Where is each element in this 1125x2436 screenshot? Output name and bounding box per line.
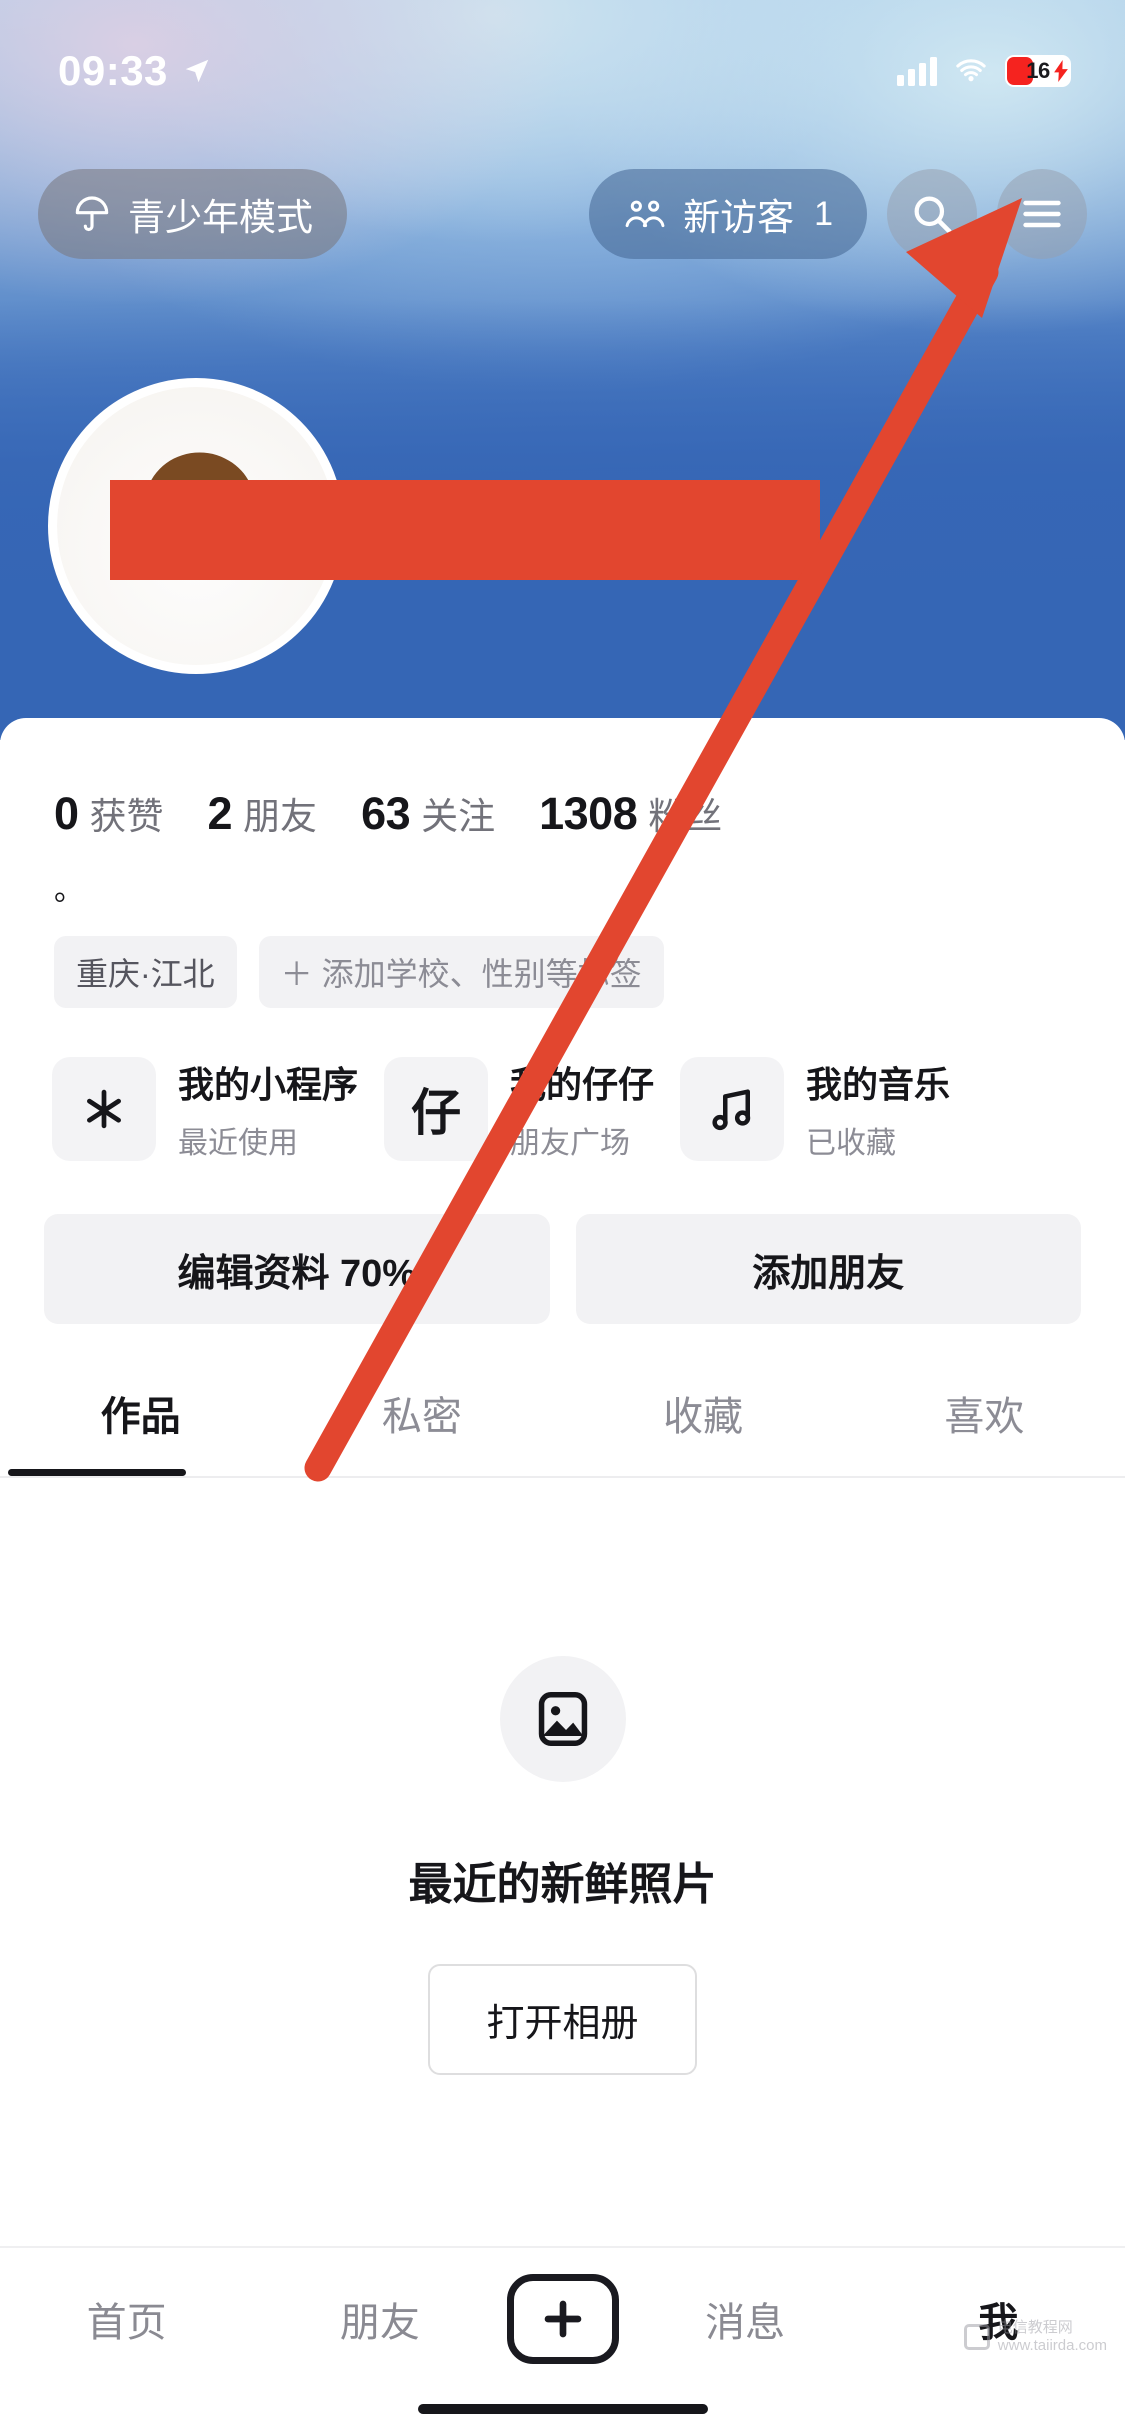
profile-bio[interactable]: 。 [0, 840, 1125, 906]
search-icon [914, 196, 952, 234]
add-friend-button[interactable]: 添加朋友 [575, 1214, 1081, 1324]
battery-indicator: 16 [1005, 55, 1071, 87]
content-tabs: 作品 私密 收藏 喜欢 [0, 1324, 1125, 1476]
friends-icon [625, 200, 665, 228]
zaizai-icon: 仔 [384, 1057, 489, 1161]
open-album-button[interactable]: 打开相册 [428, 1964, 697, 2075]
hamburger-menu-icon [1023, 200, 1061, 228]
wifi-icon [956, 59, 986, 82]
nav-item-home[interactable]: 首页 [0, 2290, 253, 2348]
watermark-line1: 电信教程网 [997, 2318, 1073, 2336]
stat-value: 2 [207, 788, 233, 839]
status-bar-right: 16 [897, 55, 1071, 87]
umbrella-icon [75, 196, 109, 231]
stat-friends[interactable]: 2 朋友 [208, 786, 318, 840]
status-bar-clock: 09:33 [58, 47, 168, 94]
cellular-signal-icon [897, 56, 937, 86]
card-text: 我的仔仔 朋友广场 [510, 1056, 654, 1162]
teen-mode-button[interactable]: 青少年模式 [38, 169, 347, 259]
card-title: 我的小程序 [178, 1064, 359, 1105]
card-title: 我的仔仔 [510, 1064, 655, 1105]
music-note-glyph [712, 1089, 751, 1131]
profile-content-sheet: 0 获赞 2 朋友 63 关注 1308 粉丝 。 重庆·江北 ＋ 添加学校、性… [0, 718, 1125, 2436]
tab-likes[interactable]: 喜欢 [844, 1384, 1125, 1476]
card-text: 我的音乐 已收藏 [806, 1056, 950, 1162]
profile-tags-row: 重庆·江北 ＋ 添加学校、性别等标签 [0, 906, 1125, 1008]
status-bar: 09:33 16 [0, 0, 1125, 112]
tab-favorites[interactable]: 收藏 [563, 1384, 844, 1476]
card-zaizai[interactable]: 仔 我的仔仔 朋友广场 [384, 1056, 654, 1162]
phone-screen: 09:33 16 青少年模式 新访客 1 0 获赞 2 朋友 63 关注 130… [0, 0, 1125, 2436]
watermark-text: 电信教程网 www.taiirda.com [998, 2319, 1107, 2357]
redacted-username-bar [110, 480, 820, 580]
card-subtitle: 最近使用 [178, 1127, 298, 1160]
tab-private[interactable]: 私密 [281, 1384, 562, 1476]
stat-likes[interactable]: 0 获赞 [54, 786, 164, 840]
watermark: 电信教程网 www.taiirda.com [963, 2319, 1107, 2357]
mini-program-glyph [87, 1089, 121, 1129]
stat-value: 1308 [539, 788, 638, 839]
card-text: 我的小程序 最近使用 [178, 1056, 358, 1162]
tag-add-info[interactable]: ＋ 添加学校、性别等标签 [258, 936, 664, 1008]
stat-label: 朋友 [243, 796, 318, 837]
home-indicator [417, 2404, 708, 2414]
nav-item-friends[interactable]: 朋友 [253, 2290, 506, 2348]
profile-action-buttons: 编辑资料 70% 添加朋友 [0, 1162, 1125, 1324]
new-visitor-button[interactable]: 新访客 1 [589, 169, 867, 259]
edit-profile-button[interactable]: 编辑资料 70% [44, 1214, 550, 1324]
photo-placeholder-icon [499, 1656, 626, 1782]
photo-glyph [538, 1692, 587, 1746]
stat-followers[interactable]: 1308 粉丝 [539, 786, 722, 840]
tag-location[interactable]: 重庆·江北 [54, 936, 237, 1008]
tab-works[interactable]: 作品 [0, 1384, 281, 1476]
plus-icon [544, 2300, 581, 2338]
stat-label: 获赞 [89, 796, 164, 837]
new-visitor-label: 新访客 [683, 197, 795, 238]
music-note-icon [680, 1057, 785, 1161]
stat-following[interactable]: 63 关注 [361, 786, 495, 840]
stat-value: 63 [361, 788, 411, 839]
active-tab-underline [8, 1469, 186, 1476]
profile-stats-row: 0 获赞 2 朋友 63 关注 1308 粉丝 [0, 718, 1125, 840]
card-subtitle: 已收藏 [806, 1127, 897, 1160]
card-title: 我的音乐 [806, 1064, 951, 1105]
empty-state: 最近的新鲜照片 打开相册 [0, 1478, 1125, 2075]
stat-label: 关注 [421, 796, 496, 837]
watermark-logo-icon [963, 2324, 990, 2351]
menu-button[interactable] [997, 169, 1087, 259]
stat-label: 粉丝 [648, 796, 723, 837]
card-mini-program[interactable]: 我的小程序 最近使用 [52, 1056, 358, 1162]
watermark-line2: www.taiirda.com [997, 2337, 1107, 2355]
new-visitor-count: 1 [814, 194, 833, 233]
card-music[interactable]: 我的音乐 已收藏 [680, 1056, 950, 1162]
lightning-bolt-icon [1054, 60, 1068, 82]
create-post-button[interactable] [506, 2274, 619, 2364]
cover-top-controls: 青少年模式 新访客 1 [0, 160, 1125, 268]
quick-access-cards: 我的小程序 最近使用 仔 我的仔仔 朋友广场 我的音乐 已收藏 [0, 1008, 1125, 1162]
empty-state-title: 最近的新鲜照片 [408, 1860, 717, 1909]
status-bar-left: 09:33 [58, 47, 212, 95]
teen-mode-label: 青少年模式 [128, 197, 313, 238]
card-subtitle: 朋友广场 [510, 1127, 631, 1160]
location-arrow-icon [185, 59, 209, 83]
stat-value: 0 [54, 788, 79, 839]
nav-item-messages[interactable]: 消息 [619, 2290, 872, 2348]
mini-program-icon [52, 1057, 156, 1161]
search-button[interactable] [887, 169, 977, 259]
